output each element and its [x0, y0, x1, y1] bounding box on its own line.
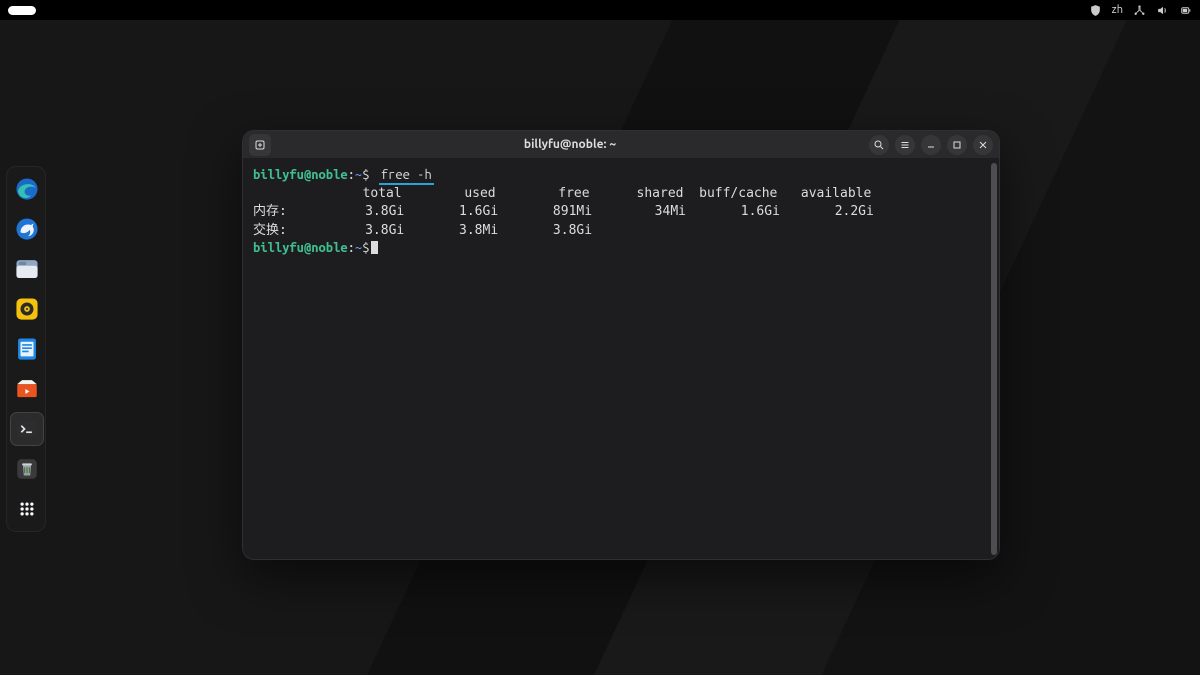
terminal-body[interactable]: billyfu@noble:~$ free -h total used free… [243, 159, 999, 559]
dock [6, 166, 46, 532]
new-tab-button[interactable] [249, 134, 271, 156]
top-bar: zh [0, 0, 1200, 20]
dock-thunderbird[interactable] [11, 213, 43, 245]
minimize-button[interactable] [921, 135, 941, 155]
shield-icon[interactable] [1089, 4, 1102, 17]
dock-files[interactable] [11, 253, 43, 285]
output-header: total used free shared buff/cache availa… [253, 186, 989, 203]
window-title: billyfu@noble: ~ [277, 138, 863, 151]
menu-button[interactable] [895, 135, 915, 155]
network-icon[interactable] [1133, 4, 1146, 17]
battery-icon[interactable] [1179, 4, 1192, 17]
volume-icon[interactable] [1156, 4, 1169, 17]
input-language[interactable]: zh [1112, 4, 1123, 16]
output-row-swap: 交换: 3.8Gi 3.8Mi 3.8Gi [253, 223, 989, 240]
maximize-button[interactable] [947, 135, 967, 155]
dock-trash[interactable] [11, 453, 43, 485]
window-titlebar[interactable]: billyfu@noble: ~ [243, 131, 999, 159]
output-row-mem: 内存: 3.8Gi 1.6Gi 891Mi 34Mi 1.6Gi 2.2Gi [253, 204, 989, 221]
scrollbar[interactable] [991, 163, 997, 555]
prompt-line-2: billyfu@noble:~$ [253, 240, 989, 257]
dock-terminal[interactable] [11, 413, 43, 445]
prompt-user: billyfu@noble [253, 168, 348, 182]
search-button[interactable] [869, 135, 889, 155]
cursor [371, 241, 378, 254]
dock-writer[interactable] [11, 333, 43, 365]
activities-pill[interactable] [8, 6, 36, 15]
dock-rhythmbox[interactable] [11, 293, 43, 325]
dock-show-apps[interactable] [11, 493, 43, 525]
terminal-window: billyfu@noble: ~ billyfu@noble:~$ free -… [242, 130, 1000, 560]
dock-software[interactable] [11, 373, 43, 405]
close-button[interactable] [973, 135, 993, 155]
dock-edge[interactable] [11, 173, 43, 205]
prompt-line-1: billyfu@noble:~$ free -h [253, 167, 989, 184]
entered-command: free -h [379, 168, 434, 185]
